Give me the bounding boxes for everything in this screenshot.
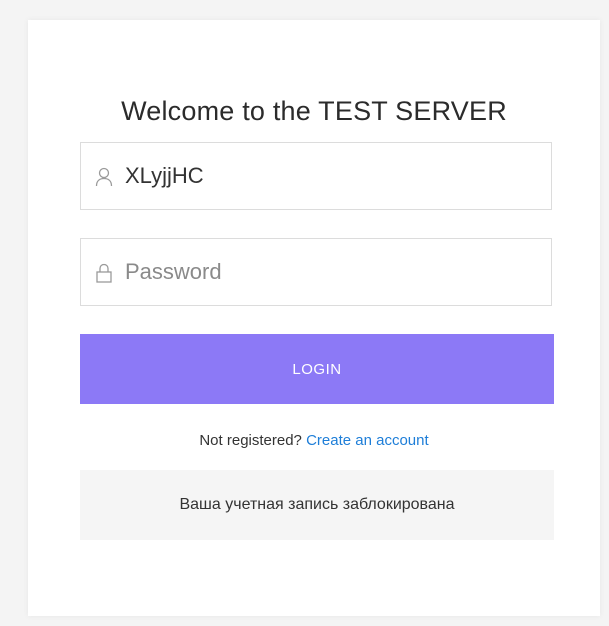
password-field[interactable] (80, 238, 552, 306)
login-card: Welcome to the TEST SERVER LOGIN Not reg… (28, 20, 600, 616)
username-input[interactable] (125, 143, 535, 209)
lock-icon (95, 263, 113, 283)
page-title: Welcome to the TEST SERVER (121, 96, 507, 126)
password-input[interactable] (125, 239, 535, 305)
user-icon (95, 167, 113, 187)
register-prompt: Not registered? Create an account (28, 432, 600, 449)
create-account-link[interactable]: Create an account (306, 432, 429, 449)
register-prompt-text: Not registered? (199, 432, 302, 449)
username-field[interactable] (80, 142, 552, 210)
status-message: Ваша учетная запись заблокирована (80, 470, 554, 540)
login-button[interactable]: LOGIN (80, 334, 554, 404)
